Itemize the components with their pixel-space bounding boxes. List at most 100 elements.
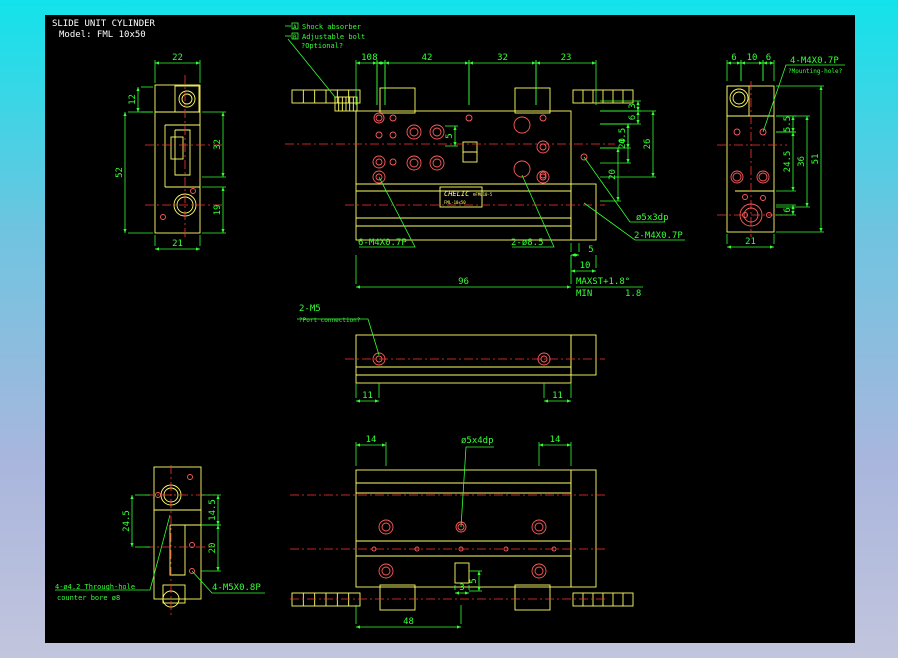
nameplate-model: FML-10x50 xyxy=(444,200,466,205)
dimension-arrow xyxy=(737,61,741,65)
dimension-value: 20 xyxy=(618,138,628,149)
outline xyxy=(169,525,186,576)
dimension-value: 10 xyxy=(580,261,591,271)
leader-line xyxy=(55,514,171,591)
dimension-arrow xyxy=(123,229,127,233)
dimension-arrow xyxy=(575,253,579,257)
dimension-arrow xyxy=(221,112,225,116)
dimension-arrow xyxy=(651,111,655,115)
stroke-text: MAXST+1.8° xyxy=(576,277,630,287)
callout-text: 6-M4X0.7P xyxy=(358,238,407,248)
dimension-arrow xyxy=(356,285,360,289)
callout-text: ?Port connection? xyxy=(299,317,361,324)
dimension-arrow xyxy=(356,625,360,629)
hole xyxy=(513,116,531,134)
hole xyxy=(513,160,531,178)
callout-text: 4-ø4.2 Through-hole xyxy=(55,583,135,591)
hole xyxy=(375,114,383,122)
dimension-arrow xyxy=(457,625,461,629)
legend-text: ?Optional? xyxy=(301,42,343,50)
leader-line xyxy=(460,446,494,528)
dimension-arrow xyxy=(216,567,220,571)
adjust-knob xyxy=(178,90,196,108)
counterbore xyxy=(378,519,394,535)
dimension-arrow xyxy=(636,111,640,115)
rod-end xyxy=(570,334,597,376)
dimension-arrow xyxy=(571,269,575,273)
dimension-value: 36 xyxy=(797,156,807,167)
dimension-value: 6 xyxy=(731,53,736,63)
leader-line xyxy=(297,318,380,356)
rod-end xyxy=(570,469,597,588)
drawing-canvas: SLIDE UNIT CYLINDER Model: FML 10x50 22 1… xyxy=(45,15,855,643)
dimension-value: 5 xyxy=(445,133,455,138)
rod-end xyxy=(570,183,597,241)
dimension-value: 5.5 xyxy=(783,116,793,132)
dimension-arrow xyxy=(465,591,469,595)
dimension-arrow xyxy=(567,285,571,289)
adjust-knob-box xyxy=(162,584,186,604)
dimension-arrow xyxy=(385,61,389,65)
hole xyxy=(375,131,383,139)
dimension-arrow xyxy=(221,187,225,191)
dimension-arrow xyxy=(221,173,225,177)
callout-text: 4-M5X0.8P xyxy=(212,583,261,593)
dimension-value: 11 xyxy=(552,391,563,401)
callout-text: ø5x4dp xyxy=(461,436,494,446)
dimension-value: 14 xyxy=(550,435,561,445)
bottom-left-body xyxy=(153,466,202,600)
legend-text: Shock absorber xyxy=(302,23,361,31)
hole xyxy=(432,158,442,168)
hole xyxy=(733,128,741,136)
dimension-value: 6 xyxy=(628,115,638,120)
hole xyxy=(187,474,193,480)
stroke-text: MIN xyxy=(576,289,592,299)
dimension-arrow xyxy=(805,116,809,120)
dimension-value: 24.5 xyxy=(783,151,793,173)
slot xyxy=(170,136,184,160)
slot xyxy=(462,141,478,153)
dimension-arrow xyxy=(375,399,379,403)
dimension-value: 8 xyxy=(372,53,377,63)
dimension-arrow xyxy=(592,269,596,273)
hole xyxy=(534,566,544,576)
dimension-arrow xyxy=(805,203,809,207)
callout-text: ?Mounting-hole? xyxy=(788,68,843,75)
dimension-arrow xyxy=(477,587,481,591)
dimension-value: 20 xyxy=(608,169,618,180)
callout-text: 2-M5 xyxy=(299,304,321,314)
dimension-arrow xyxy=(196,61,200,65)
dimension-arrow xyxy=(616,197,620,201)
hole xyxy=(534,522,544,532)
hole xyxy=(389,114,397,122)
dimension-arrow xyxy=(567,443,571,447)
stopper-block xyxy=(514,87,551,114)
counterbore xyxy=(429,155,445,171)
cad-drawing: 221252321921CHELICFML-10x50®FML10-510 8 42… xyxy=(55,22,845,629)
counterbore xyxy=(429,124,445,140)
dimension-arrow xyxy=(123,112,127,116)
legend-mark: A xyxy=(293,24,297,31)
screw-hole xyxy=(190,188,196,194)
dimension-arrow xyxy=(727,245,731,249)
dimension-arrow xyxy=(626,124,630,128)
callout-text: 2-ø8.5 xyxy=(511,238,544,248)
dimension-arrow xyxy=(382,443,386,447)
counterbore xyxy=(372,155,386,169)
dimension-arrow xyxy=(453,126,457,130)
dimension-arrow xyxy=(539,443,543,447)
dimension-arrow xyxy=(130,543,134,547)
end-view-body xyxy=(726,85,775,233)
dimension-arrow xyxy=(356,443,360,447)
dimension-value: 22 xyxy=(172,53,183,63)
dimension-arrow xyxy=(356,399,360,403)
counterbore xyxy=(531,563,547,579)
hole xyxy=(732,172,742,182)
dimension-arrow xyxy=(544,399,548,403)
dimension-arrow xyxy=(532,61,536,65)
counterbore xyxy=(536,170,550,184)
slot xyxy=(462,151,478,163)
stopper-block xyxy=(379,584,416,611)
dimension-arrow xyxy=(196,247,200,251)
dimension-arrow xyxy=(571,253,575,257)
